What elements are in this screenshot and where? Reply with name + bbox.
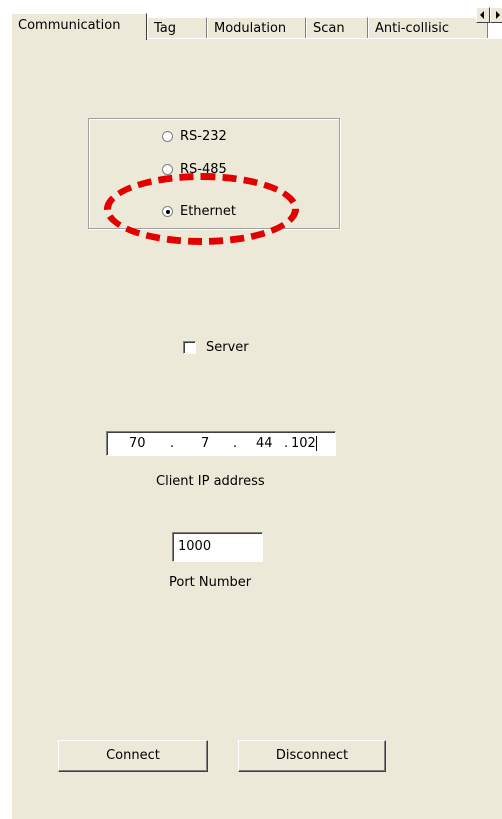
ip-separator: . [170,436,175,451]
ip-octet-3: 44 [256,436,273,451]
ip-octet-4: 102 [291,436,316,451]
server-checkbox[interactable]: Server [183,340,249,355]
ip-octet-2: 7 [201,436,210,451]
arrow-right-icon [496,11,500,19]
radio-indicator [162,163,173,175]
client-ip-caption: Client IP address [156,474,265,489]
radio-rs232[interactable]: RS-232 [162,127,227,145]
ip-separator: . [233,436,238,451]
port-number-field[interactable]: 1000 [172,532,263,562]
port-number-caption: Port Number [169,575,252,590]
checkbox-box [183,341,196,354]
tab-modulation[interactable]: Modulation [207,17,306,38]
port-number-value: 1000 [178,539,212,554]
tab-anti-collision[interactable]: Anti-collisic [368,17,488,38]
radio-indicator [162,130,173,142]
disconnect-button[interactable]: Disconnect [238,740,386,772]
tab-scan[interactable]: Scan [306,17,368,38]
tab-communication[interactable]: Communication [11,13,147,40]
arrow-left-icon [480,11,484,19]
ip-octet-1: 70 [129,436,146,451]
text-caret [316,436,317,451]
tab-scroll-left-button[interactable] [476,7,490,23]
server-checkbox-label: Server [206,340,249,355]
radio-label: RS-232 [180,128,227,144]
connect-button[interactable]: Connect [58,740,208,772]
tab-scroll-right-button[interactable] [490,7,502,23]
client-ip-address-field[interactable]: 70 . 7 . 44 . 102 [106,431,336,456]
tab-tag[interactable]: Tag [147,17,207,38]
ip-separator: . [284,436,289,451]
tab-strip: Communication Tag Modulation Scan Anti-c… [11,13,502,40]
annotation-highlight-ellipse [104,173,299,245]
